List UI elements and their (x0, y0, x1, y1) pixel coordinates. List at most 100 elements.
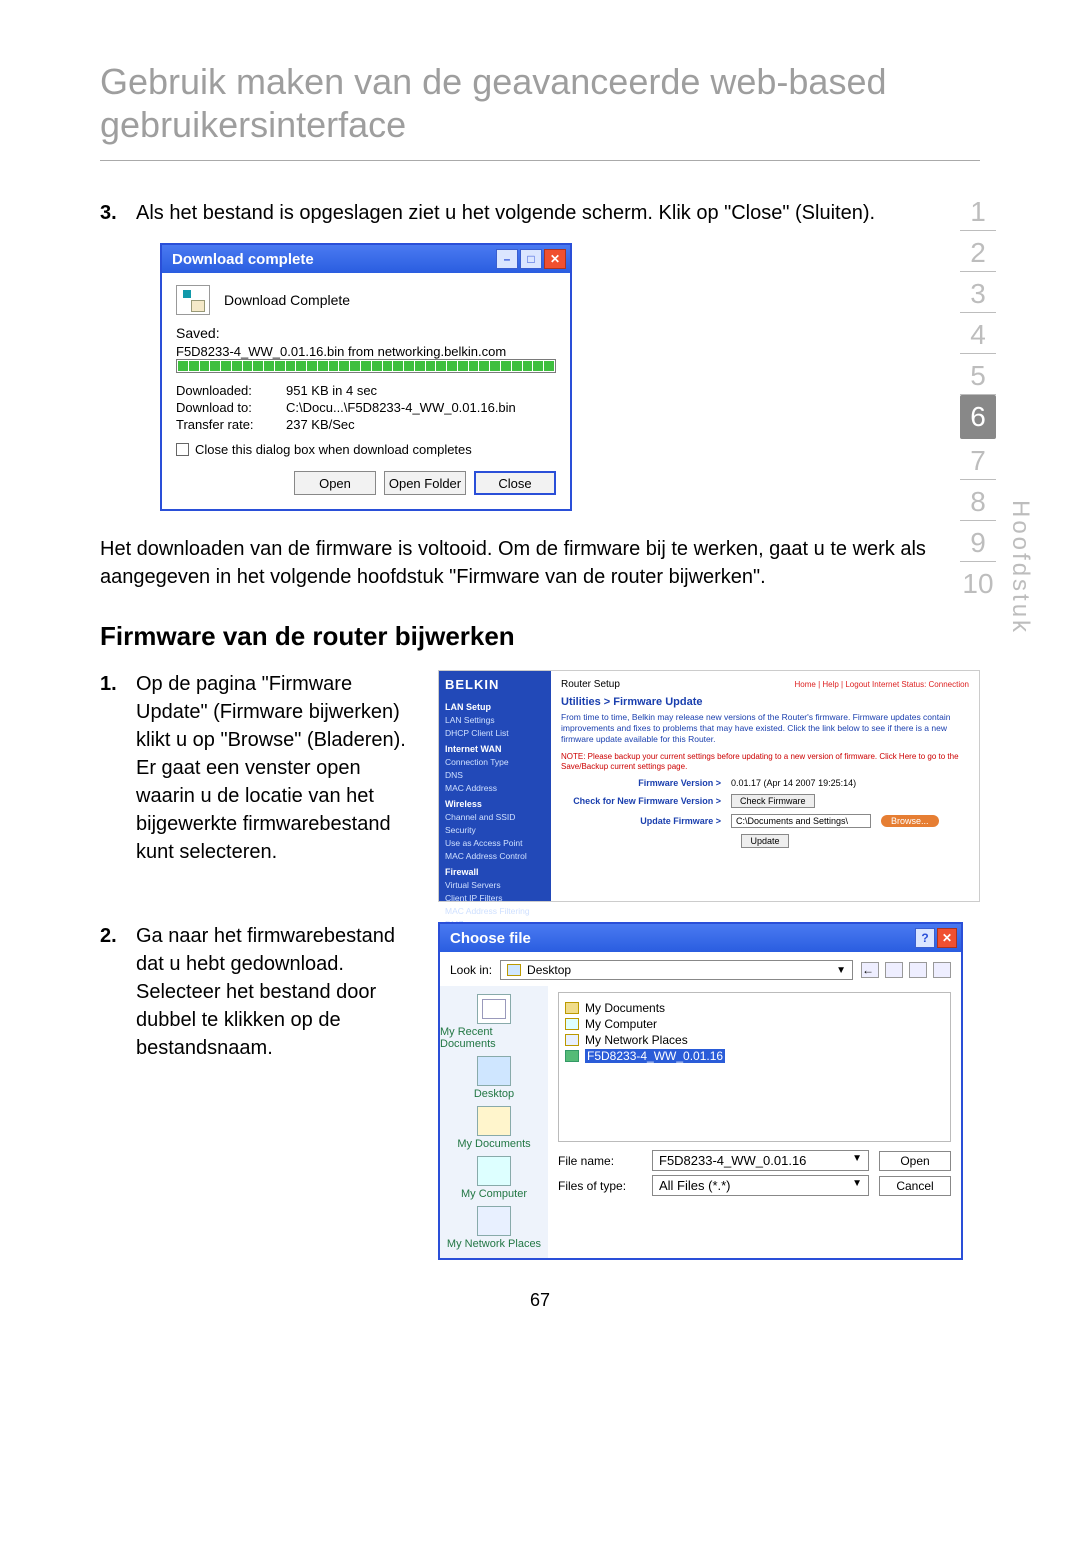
minimize-icon[interactable]: – (496, 249, 518, 269)
chapter-nav-4[interactable]: 4 (960, 313, 996, 354)
firmware-version-label: Firmware Version > (561, 778, 721, 788)
chapter-nav-7[interactable]: 7 (960, 439, 996, 480)
step-3-number: 3. (100, 199, 122, 227)
chapter-nav-1[interactable]: 1 (960, 190, 996, 231)
browse-button[interactable]: Browse... (881, 815, 939, 827)
up-folder-icon[interactable] (885, 962, 903, 978)
download-complete-dialog: Download complete – □ ✕ Download Complet… (160, 243, 572, 511)
close-icon[interactable]: ✕ (937, 928, 957, 948)
side-item: MAC Address Control (445, 851, 545, 861)
chapter-nav-8[interactable]: 8 (960, 480, 996, 521)
side-lan-setup: LAN Setup (445, 702, 545, 712)
router-header-links[interactable]: Home | Help | Logout Internet Status: Co… (795, 680, 969, 689)
choose-file-titlebar: Choose file ? ✕ (440, 924, 961, 952)
side-internet-wan: Internet WAN (445, 744, 545, 754)
side-item: LAN Settings (445, 715, 545, 725)
router-description: From time to time, Belkin may release ne… (561, 712, 969, 745)
help-icon[interactable]: ? (915, 928, 935, 948)
check-firmware-button[interactable]: Check Firmware (731, 794, 815, 808)
firmware-step-2: 2. Ga naar het firmwarebestand dat u heb… (100, 922, 410, 1062)
chapter-nav-6[interactable]: 6 (960, 395, 996, 439)
side-item: Virtual Servers (445, 880, 545, 890)
side-item: DNS (445, 770, 545, 780)
chevron-down-icon: ▼ (852, 1153, 862, 1168)
router-sidebar: BELKIN LAN Setup LAN Settings DHCP Clien… (439, 671, 551, 901)
look-in-select[interactable]: Desktop ▼ (500, 960, 853, 980)
files-of-type-label: Files of type: (558, 1179, 642, 1193)
downloaded-value: 951 KB in 4 sec (286, 383, 377, 398)
side-item: Channel and SSID (445, 812, 545, 822)
chapter-nav-9[interactable]: 9 (960, 521, 996, 562)
view-menu-icon[interactable] (933, 962, 951, 978)
places-bar: My Recent Documents Desktop My Documents… (440, 986, 548, 1258)
download-icon (176, 285, 210, 315)
check-firmware-label: Check for New Firmware Version > (561, 796, 721, 806)
chapter-nav-10[interactable]: 10 (960, 562, 996, 602)
choose-file-dialog: Choose file ? ✕ Look in: Desktop ▼ (438, 922, 963, 1260)
title-rule (100, 160, 980, 161)
chevron-down-icon: ▼ (852, 1178, 862, 1193)
brand-logo: BELKIN (445, 677, 545, 692)
chapter-navigation: 12345678910 Hoofdstuk (960, 190, 1034, 635)
downloaded-label: Downloaded: (176, 383, 286, 398)
step-3: 3. Als het bestand is opgeslagen ziet u … (100, 199, 980, 227)
side-item: MAC Address Filtering (445, 906, 545, 916)
firmware-step-1-number: 1. (100, 670, 122, 866)
file-name-input[interactable]: F5D8233-4_WW_0.01.16▼ (652, 1150, 869, 1171)
side-item: Security (445, 825, 545, 835)
list-item[interactable]: My Documents (565, 1001, 944, 1015)
desktop-icon (507, 964, 521, 976)
side-item: MAC Address (445, 783, 545, 793)
place-my-computer[interactable]: My Computer (461, 1156, 527, 1200)
open-button[interactable]: Open (879, 1151, 951, 1171)
maximize-icon[interactable]: □ (520, 249, 542, 269)
close-when-complete-checkbox[interactable] (176, 443, 189, 456)
choose-file-title: Choose file (450, 930, 531, 947)
router-warning-note: NOTE: Please backup your current setting… (561, 752, 969, 773)
open-folder-button[interactable]: Open Folder (384, 471, 466, 495)
chapter-nav-3[interactable]: 3 (960, 272, 996, 313)
list-item[interactable]: My Network Places (565, 1033, 944, 1047)
firmware-step-2-number: 2. (100, 922, 122, 1062)
side-item: DHCP Client List (445, 728, 545, 738)
cancel-button[interactable]: Cancel (879, 1176, 951, 1196)
look-in-label: Look in: (450, 963, 492, 977)
file-list[interactable]: My Documents My Computer My Network Plac… (558, 992, 951, 1142)
place-my-network[interactable]: My Network Places (447, 1206, 541, 1250)
router-section-title: Utilities > Firmware Update (561, 696, 969, 708)
list-item-selected[interactable]: F5D8233-4_WW_0.01.16 (565, 1049, 944, 1063)
close-button[interactable]: Close (474, 471, 556, 495)
download-to-label: Download to: (176, 400, 286, 415)
new-folder-icon[interactable] (909, 962, 927, 978)
close-when-complete-label: Close this dialog box when download comp… (195, 442, 472, 457)
side-item: Use as Access Point (445, 838, 545, 848)
open-button[interactable]: Open (294, 471, 376, 495)
chapter-nav-5[interactable]: 5 (960, 354, 996, 395)
router-breadcrumb: Router Setup (561, 679, 620, 690)
update-button[interactable]: Update (741, 834, 788, 848)
place-recent-documents[interactable]: My Recent Documents (440, 994, 548, 1050)
files-of-type-select[interactable]: All Files (*.*)▼ (652, 1175, 869, 1196)
back-icon[interactable]: ← (861, 962, 879, 978)
side-wireless: Wireless (445, 799, 545, 809)
close-icon[interactable]: ✕ (544, 249, 566, 269)
firmware-subheading: Firmware van de router bijwerken (100, 621, 980, 652)
firmware-step-1-text: Op de pagina "Firmware Update" (Firmware… (136, 670, 410, 866)
chapter-nav-2[interactable]: 2 (960, 231, 996, 272)
update-firmware-label: Update Firmware > (561, 816, 721, 826)
firmware-path-input[interactable]: C:\Documents and Settings\ (731, 814, 871, 828)
place-my-documents[interactable]: My Documents (457, 1106, 530, 1150)
firmware-step-1: 1. Op de pagina "Firmware Update" (Firmw… (100, 670, 410, 866)
saved-label: Saved: (176, 325, 556, 341)
list-item[interactable]: My Computer (565, 1017, 944, 1031)
download-header-text: Download Complete (224, 292, 350, 308)
page-number: 67 (100, 1290, 980, 1311)
side-item: Client IP Filters (445, 893, 545, 903)
place-desktop[interactable]: Desktop (474, 1056, 514, 1100)
router-setup-screenshot: BELKIN LAN Setup LAN Settings DHCP Clien… (438, 670, 980, 902)
transfer-rate-label: Transfer rate: (176, 417, 286, 432)
page-title: Gebruik maken van de geavanceerde web-ba… (100, 60, 980, 146)
look-in-value: Desktop (527, 963, 571, 977)
transfer-rate-value: 237 KB/Sec (286, 417, 355, 432)
firmware-step-2-text: Ga naar het firmwarebestand dat u hebt g… (136, 922, 410, 1062)
